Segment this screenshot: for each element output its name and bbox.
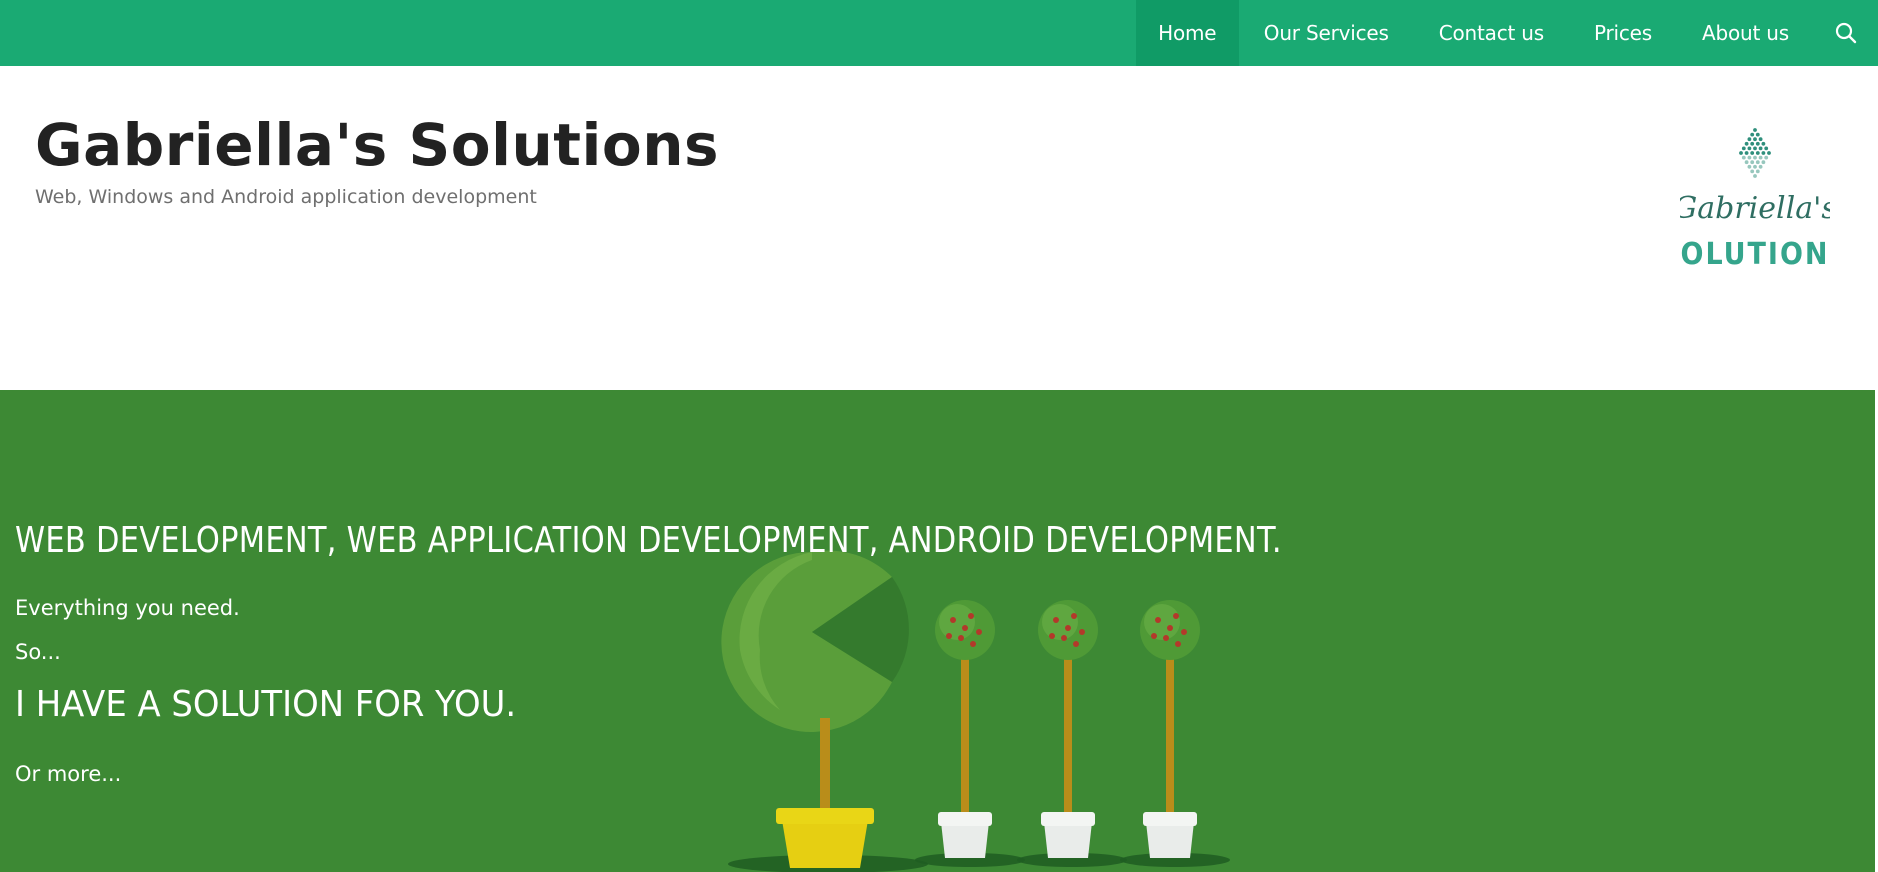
hero-line-everything: Everything you need.: [15, 596, 240, 620]
topiary-illustration: [721, 550, 1230, 872]
hero-banner: WEB DEVELOPMENT, WEB APPLICATION DEVELOP…: [0, 390, 1875, 872]
nav-item-home[interactable]: Home: [1135, 0, 1239, 66]
logo-block-text: SOLUTIONS: [1680, 237, 1830, 272]
hero-line-so: So...: [15, 640, 61, 664]
search-icon: [1835, 22, 1857, 44]
top-navigation-bar: Home Our Services Contact us Prices Abou…: [0, 0, 1878, 66]
logo-script-text: Gabriella's: [1680, 191, 1830, 226]
logo-graphic: Gabriella's SOLUTIONS: [1659, 128, 1849, 272]
nav-item-prices[interactable]: Prices: [1569, 0, 1677, 66]
site-title[interactable]: Gabriella's Solutions: [35, 116, 719, 174]
site-logo[interactable]: Gabriella's SOLUTIONS: [1659, 122, 1849, 272]
nav-item-about-us[interactable]: About us: [1677, 0, 1814, 66]
nav-item-our-services[interactable]: Our Services: [1239, 0, 1414, 66]
hero-heading: WEB DEVELOPMENT, WEB APPLICATION DEVELOP…: [15, 520, 1282, 561]
nav-item-contact-us[interactable]: Contact us: [1414, 0, 1569, 66]
hero-line-or-more: Or more...: [15, 762, 122, 786]
hero-subheading: I HAVE A SOLUTION FOR YOU.: [15, 684, 517, 725]
nav-menu: Home Our Services Contact us Prices Abou…: [1135, 0, 1878, 66]
search-button[interactable]: [1814, 0, 1878, 66]
site-tagline: Web, Windows and Android application dev…: [35, 186, 537, 208]
